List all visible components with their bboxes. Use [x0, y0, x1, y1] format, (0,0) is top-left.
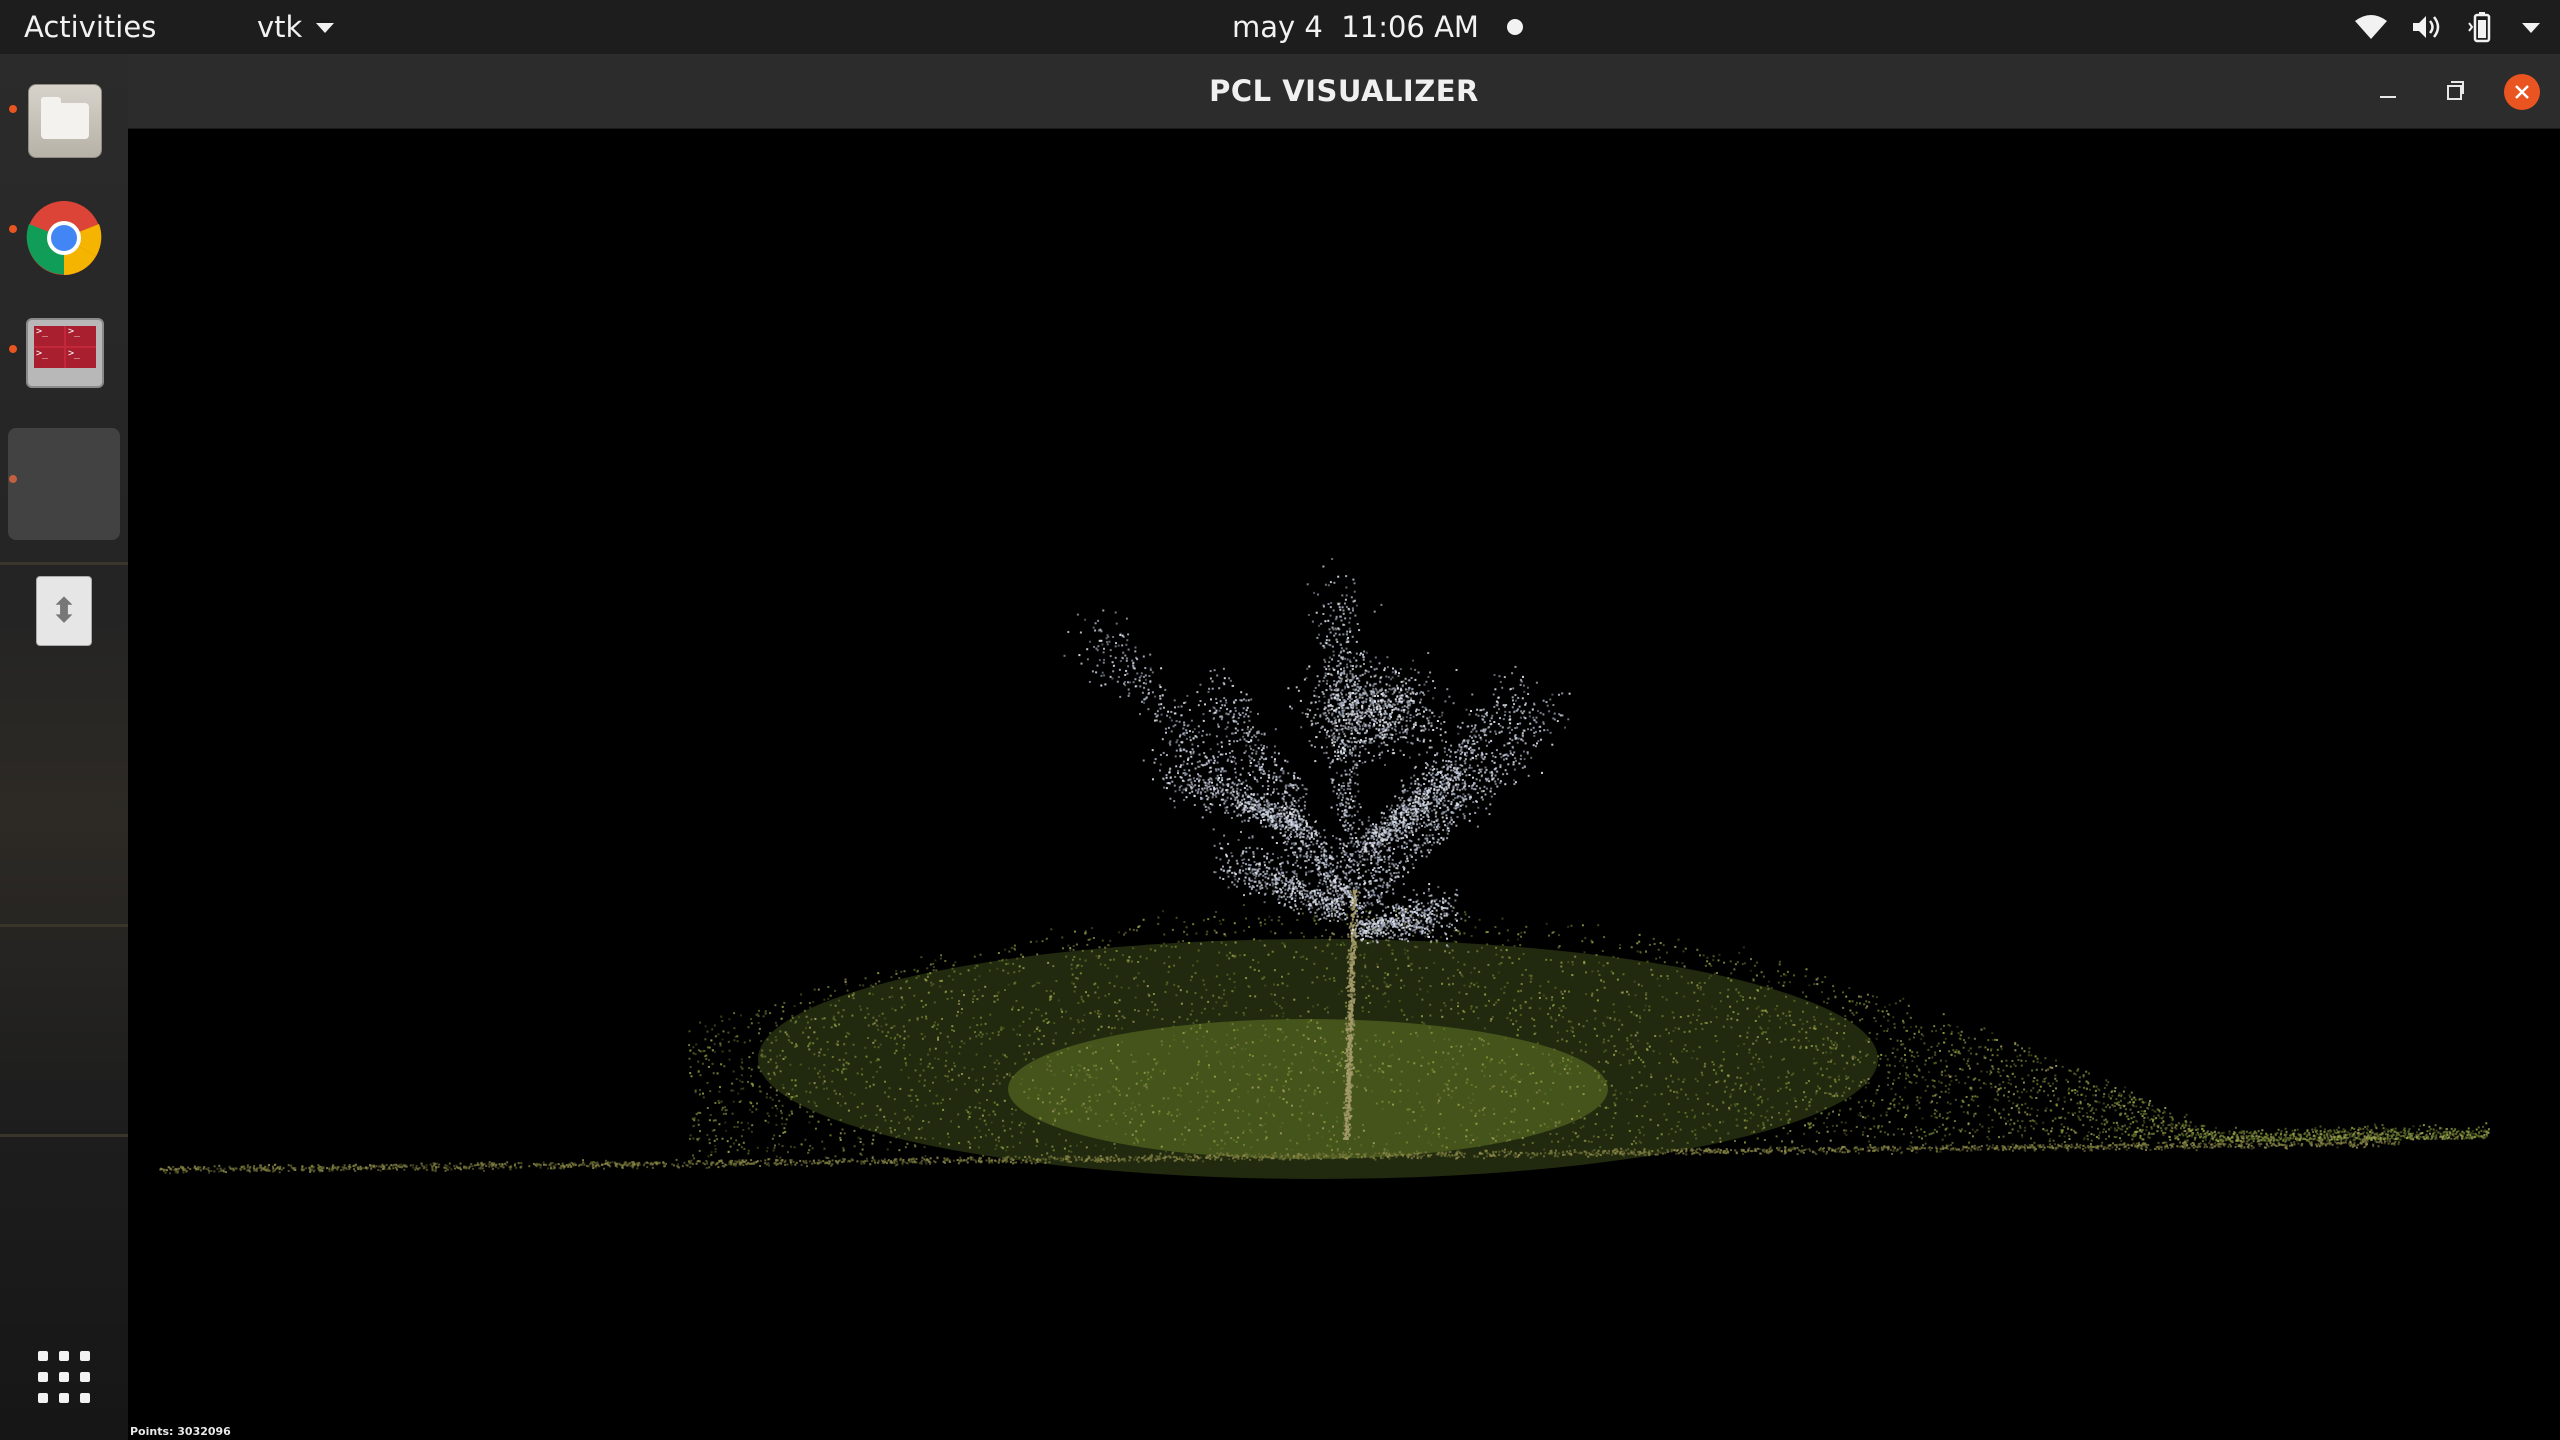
minimize-button[interactable]	[2370, 74, 2406, 110]
system-tray[interactable]	[2354, 0, 2540, 54]
clock-date: may 4	[1232, 10, 1323, 44]
3d-viewport[interactable]: Points: 3032096	[128, 129, 2560, 1440]
volume-icon	[2413, 16, 2440, 38]
clock-time: 11:06 AM	[1341, 10, 1479, 44]
activities-button[interactable]: Activities	[24, 0, 156, 54]
dock-item-files[interactable]	[0, 54, 128, 164]
dock-wallpaper-detail	[0, 1134, 128, 1137]
app-menu-label: vtk	[257, 10, 303, 44]
running-indicator	[9, 105, 17, 113]
minimize-icon	[2380, 96, 2396, 98]
close-icon	[2515, 85, 2529, 99]
running-indicator	[9, 225, 17, 233]
chevron-down-icon	[316, 23, 335, 33]
clock[interactable]: may 4 11:06 AM	[1232, 0, 1523, 54]
notification-dot-icon	[1506, 19, 1523, 35]
dock-item-terminal[interactable]: >_ >_ >_ >_	[0, 294, 128, 404]
dock-item-chrome[interactable]	[0, 174, 128, 284]
dock: >_ >_ >_ >_ ⬍	[0, 54, 128, 1440]
point-cloud[interactable]	[128, 129, 2560, 1440]
pcl-visualizer-window: PCL VISUALIZER Points: 3032096	[128, 54, 2560, 1440]
points-count-label: Points: 3032096	[130, 1425, 231, 1438]
window-titlebar[interactable]: PCL VISUALIZER	[128, 54, 2560, 129]
maximize-button[interactable]	[2436, 74, 2472, 110]
top-bar: Activities vtk may 4 11:06 AM	[0, 0, 2560, 54]
restore-icon	[2446, 80, 2464, 100]
usb-icon: ⬍	[36, 576, 92, 646]
battery-icon	[2468, 12, 2491, 43]
files-icon	[28, 84, 102, 158]
chrome-icon	[26, 201, 102, 275]
app-menu[interactable]: vtk	[257, 0, 335, 54]
dock-wallpaper-detail	[0, 924, 128, 927]
dock-item-usb-drive[interactable]: ⬍	[0, 554, 128, 664]
close-button[interactable]	[2504, 74, 2540, 110]
terminal-icon: >_ >_ >_ >_	[26, 318, 104, 388]
window-icon	[8, 428, 120, 540]
running-indicator	[9, 345, 17, 353]
system-menu-caret-icon	[2522, 23, 2540, 33]
window-title: PCL VISUALIZER	[1209, 74, 1479, 108]
dock-item-pcl-visualizer[interactable]	[0, 414, 128, 544]
apps-grid-icon[interactable]	[38, 1351, 90, 1403]
wifi-icon	[2355, 15, 2387, 39]
